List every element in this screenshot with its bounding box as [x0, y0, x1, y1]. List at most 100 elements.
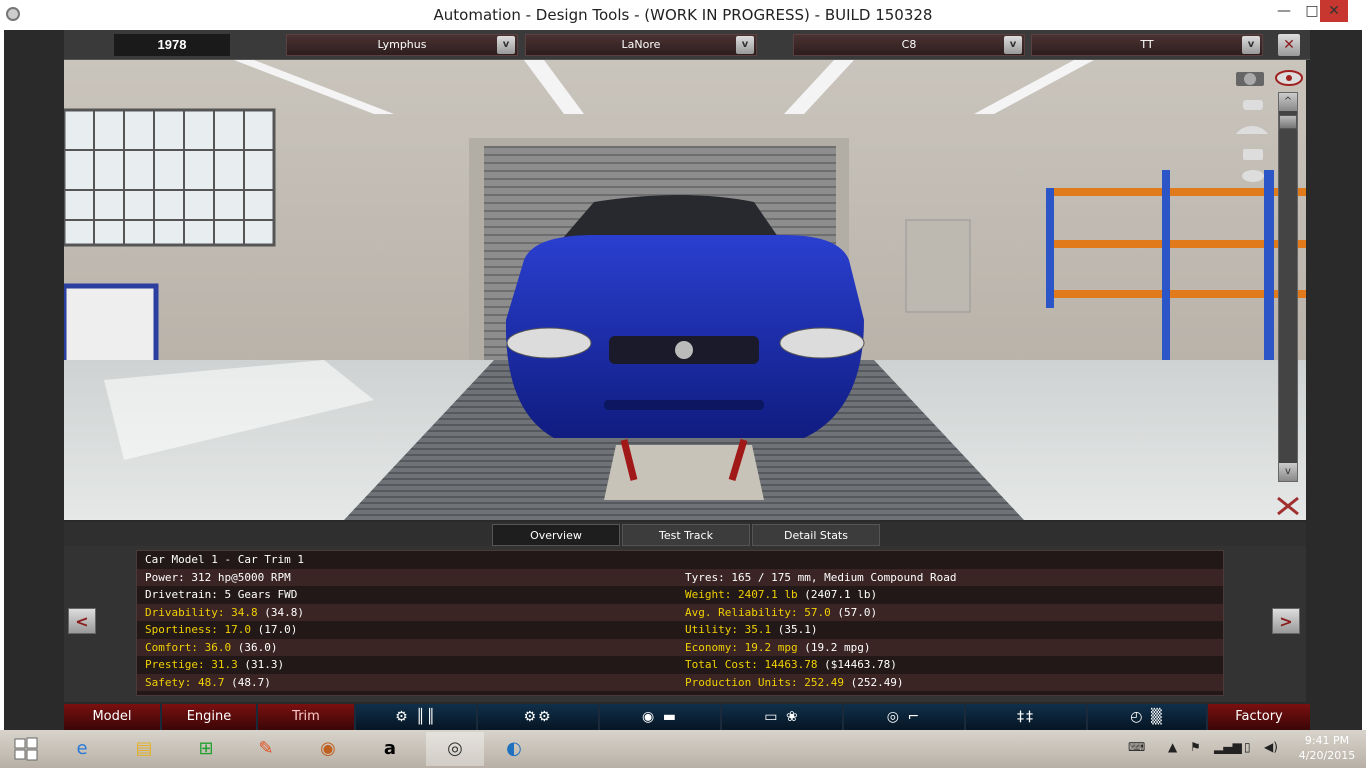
side-view-icon[interactable]: [1234, 122, 1270, 138]
taskbar: e ▤ ⊞ ✎ ◉ a ◎ ◐ ⌨ ▲ ⚑ ▂▄▆ ▯ ◀) 9:41 PM 4…: [0, 730, 1366, 768]
nav-model-button[interactable]: Model: [64, 704, 160, 730]
window-title: Automation - Design Tools - (WORK IN PRO…: [433, 6, 933, 24]
keyboard-icon[interactable]: ⌨: [1128, 740, 1145, 754]
tab-detail-stats[interactable]: Detail Stats: [752, 524, 880, 546]
nav-test-drive-button[interactable]: ◴ ▒: [1088, 704, 1206, 730]
tab-test-track[interactable]: Test Track: [622, 524, 750, 546]
wall-panel: [905, 219, 971, 313]
nav-factory-button[interactable]: Factory: [1208, 704, 1310, 730]
table-row: Drivetrain: 5 Gears FWD Weight: 2407.1 l…: [137, 586, 1223, 604]
chevron-up-icon[interactable]: ▲: [1168, 740, 1177, 754]
power-stat: Power: 312 hp@5000 RPM: [145, 570, 291, 584]
production-units-stat: Production Units: 252.49 (252.49): [685, 675, 904, 689]
nav-suspension-button[interactable]: ‡‡: [966, 704, 1086, 730]
info-tabs: Overview Test Track Detail Stats: [64, 522, 1306, 546]
reset-view-icon[interactable]: [1274, 494, 1302, 518]
nav-chassis-button[interactable]: ⚙ ║║: [356, 704, 476, 730]
internet-explorer-icon[interactable]: e: [56, 732, 108, 766]
header-bar: 1978 Lymphus v LaNore v C8 v TT v ✕: [64, 30, 1310, 60]
nav-drivetrain-button[interactable]: ◉ ▬: [600, 704, 720, 730]
firefox-icon[interactable]: ◉: [302, 732, 354, 766]
chevron-down-icon[interactable]: v: [1004, 36, 1022, 54]
year-display: 1978: [114, 34, 230, 56]
chassis-engine-icon: ⚙ ║║: [395, 709, 437, 725]
trim-label: TT: [1140, 38, 1154, 51]
window-titlebar: Automation - Design Tools - (WORK IN PRO…: [0, 0, 1366, 30]
make-label: Lymphus: [377, 38, 427, 51]
minimize-button[interactable]: —: [1270, 0, 1298, 22]
scroll-down-button[interactable]: v: [1279, 463, 1297, 481]
tab-overview[interactable]: Overview: [492, 524, 620, 546]
body-aero-icon: ▭ ❀: [764, 709, 800, 725]
clock-time: 9:41 PM: [1304, 734, 1350, 747]
table-row: Comfort: 36.0 (36.0) Economy: 19.2 mpg (…: [137, 638, 1223, 656]
table-row: Prestige: 31.3 (31.3) Total Cost: 14463.…: [137, 656, 1223, 674]
paint-palette-icon[interactable]: ◐: [488, 732, 540, 766]
network-icon[interactable]: ▂▄▆: [1214, 740, 1242, 754]
volume-icon[interactable]: ◀): [1264, 740, 1278, 754]
car-name: Car Model 1 - Car Trim 1: [145, 553, 304, 566]
chevron-down-icon[interactable]: v: [497, 36, 515, 54]
nav-trim-button[interactable]: Trim: [258, 704, 354, 730]
automation-app-icon[interactable]: ◎: [426, 732, 484, 766]
economy-stat: Economy: 19.2 mpg (19.2 mpg): [685, 640, 871, 654]
next-button[interactable]: >: [1272, 608, 1300, 634]
car-3d-viewport[interactable]: [64, 60, 1306, 520]
section-navigation: Model Engine Trim ⚙ ║║ ⚙⚙ ◉ ▬ ▭ ❀ ◎ ⌐ ‡‡…: [64, 704, 1310, 730]
rear-view-icon[interactable]: [1240, 146, 1266, 162]
app-frame: 1978 Lymphus v LaNore v C8 v TT v ✕ ^ v …: [4, 30, 1362, 730]
eye-icon[interactable]: [1274, 68, 1304, 88]
table-row: Power: 312 hp@5000 RPM Tyres: 165 / 175 …: [137, 568, 1223, 586]
scroll-up-button[interactable]: ^: [1279, 93, 1297, 111]
chevron-down-icon[interactable]: v: [736, 36, 754, 54]
nav-body-aero-button[interactable]: ▭ ❀: [722, 704, 842, 730]
top-view-icon[interactable]: [1240, 168, 1266, 184]
tyres-stat: Tyres: 165 / 175 mm, Medium Compound Roa…: [685, 570, 957, 584]
flag-icon[interactable]: ⚑: [1190, 740, 1201, 754]
close-designer-button[interactable]: ✕: [1278, 34, 1300, 56]
chevron-down-icon[interactable]: v: [1242, 36, 1260, 54]
safety-stat: Safety: 48.7 (48.7): [145, 675, 271, 689]
previous-button[interactable]: <: [68, 608, 96, 634]
trim-dropdown[interactable]: TT v: [1031, 34, 1263, 56]
sportiness-stat: Sportiness: 17.0 (17.0): [145, 623, 298, 636]
drivability-stat: Drivability: 34.8 (34.8): [145, 605, 304, 619]
make-dropdown[interactable]: Lymphus v: [286, 34, 518, 56]
paint-app-icon[interactable]: ✎: [240, 732, 292, 766]
table-row: Car Model 1 - Car Trim 1: [137, 551, 1223, 569]
windows-start-icon[interactable]: [8, 732, 44, 766]
garage-scene: [64, 60, 1306, 520]
suspension-icon: ‡‡: [1017, 709, 1035, 725]
camera-icon[interactable]: [1234, 68, 1268, 88]
comfort-stat: Comfort: 36.0 (36.0): [145, 640, 278, 654]
model-label: LaNore: [621, 38, 661, 51]
table-row: Drivability: 34.8 (34.8) Avg. Reliabilit…: [137, 603, 1223, 621]
table-row: Sportiness: 17.0 (17.0) Utility: 35.1 (3…: [137, 621, 1223, 639]
body-dropdown[interactable]: C8 v: [793, 34, 1025, 56]
system-clock[interactable]: 9:41 PM 4/20/2015: [1296, 733, 1358, 763]
nav-interior-button[interactable]: ◎ ⌐: [844, 704, 964, 730]
drivetrain-stat: Drivetrain: 5 Gears FWD: [145, 588, 298, 601]
test-drive-icon: ◴ ▒: [1130, 709, 1164, 725]
battery-icon[interactable]: ▯: [1244, 740, 1251, 754]
table-row: Safety: 48.7 (48.7) Production Units: 25…: [137, 673, 1223, 691]
nav-wheels-button[interactable]: ⚙⚙: [478, 704, 598, 730]
body-label: C8: [901, 38, 917, 51]
model-dropdown[interactable]: LaNore v: [525, 34, 757, 56]
front-view-icon[interactable]: [1240, 96, 1266, 112]
zoom-scrollbar[interactable]: ^ v: [1278, 92, 1298, 482]
file-explorer-icon[interactable]: ▤: [118, 732, 170, 766]
amazon-icon[interactable]: a: [364, 732, 416, 766]
stats-panel: Car Model 1 - Car Trim 1 Power: 312 hp@5…: [64, 546, 1306, 702]
reliability-stat: Avg. Reliability: 57.0 (57.0): [685, 605, 878, 619]
garage-window: [64, 108, 276, 247]
scroll-thumb[interactable]: [1279, 115, 1297, 129]
close-window-button[interactable]: ✕: [1320, 0, 1348, 22]
stats-table: Car Model 1 - Car Trim 1 Power: 312 hp@5…: [136, 550, 1224, 696]
nav-engine-button[interactable]: Engine: [162, 704, 256, 730]
drivetrain-icon: ◉ ▬: [642, 709, 678, 725]
wheels-icon: ⚙⚙: [523, 709, 553, 725]
interior-icon: ◎ ⌐: [886, 709, 922, 725]
total-cost-stat: Total Cost: 14463.78 ($14463.78): [685, 658, 897, 671]
windows-store-icon[interactable]: ⊞: [180, 732, 232, 766]
